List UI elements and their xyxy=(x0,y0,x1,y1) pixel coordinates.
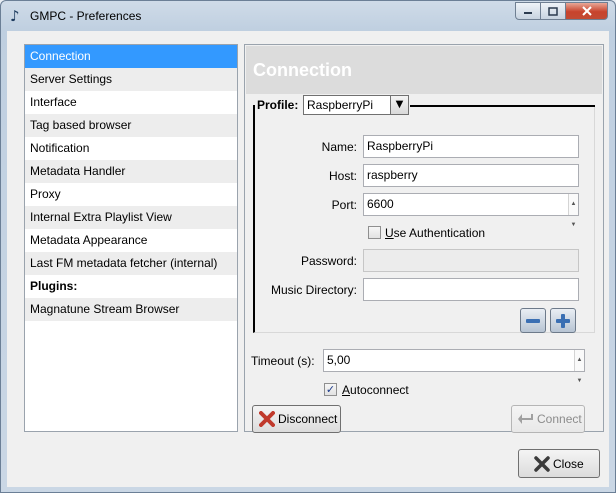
music-directory-field[interactable] xyxy=(363,278,579,301)
panel-header: Connection xyxy=(246,46,602,94)
autoconnect-checkbox[interactable]: ✓ xyxy=(324,383,337,396)
sidebar-item-metadata-handler[interactable]: Metadata Handler xyxy=(25,160,237,183)
music-directory-label: Music Directory: xyxy=(270,283,357,297)
autoconnect-label-text: utoconnect xyxy=(350,383,409,397)
use-authentication-mnemonic: U xyxy=(385,226,394,240)
sidebar-item-interface[interactable]: Interface xyxy=(25,91,237,114)
sidebar-item-server-settings[interactable]: Server Settings xyxy=(25,68,237,91)
preferences-sidebar: Connection Server Settings Interface Tag… xyxy=(24,44,238,432)
sidebar-item-tag-based-browser[interactable]: Tag based browser xyxy=(25,114,237,137)
autoconnect-label[interactable]: Autoconnect xyxy=(342,383,409,397)
add-icon xyxy=(556,313,570,328)
profile-dropdown-value: RaspberryPi xyxy=(307,98,374,112)
use-authentication-label[interactable]: Use Authentication xyxy=(385,226,485,240)
port-value: 6600 xyxy=(367,197,394,211)
disconnect-icon xyxy=(258,410,276,428)
disconnect-button[interactable]: Disconnect xyxy=(252,405,341,433)
sidebar-item-proxy[interactable]: Proxy xyxy=(25,183,237,206)
connection-panel: Connection Profile: RaspberryPi ▼ Name: … xyxy=(244,44,604,433)
add-profile-button[interactable] xyxy=(550,308,576,333)
use-authentication-label-text: se Authentication xyxy=(393,226,486,240)
close-button-label: Close xyxy=(553,456,584,471)
connect-icon xyxy=(517,410,535,428)
timeout-spin-buttons[interactable]: ▲ ▼ xyxy=(574,350,584,384)
timeout-value: 5,00 xyxy=(327,353,351,367)
password-label: Password: xyxy=(300,254,357,268)
panel-title: Connection xyxy=(253,60,352,80)
profile-dropdown[interactable]: RaspberryPi ▼ xyxy=(303,95,409,115)
name-field[interactable]: RaspberryPi xyxy=(363,135,579,158)
name-label: Name: xyxy=(321,140,357,154)
minimize-button[interactable] xyxy=(515,2,541,20)
close-window-button[interactable] xyxy=(565,2,608,20)
port-spinner[interactable]: 6600 ▲ ▼ xyxy=(363,193,579,228)
close-button[interactable]: Close xyxy=(518,449,600,478)
sidebar-item-last-fm-metadata-fetcher[interactable]: Last FM metadata fetcher (internal) xyxy=(25,252,237,275)
sidebar-item-magnatune-stream-browser[interactable]: Magnatune Stream Browser xyxy=(25,298,237,321)
sidebar-item-metadata-appearance[interactable]: Metadata Appearance xyxy=(25,229,237,252)
port-label: Port: xyxy=(331,198,357,212)
connect-button-label: Connect xyxy=(537,412,582,426)
port-spin-buttons[interactable]: ▲ ▼ xyxy=(568,194,578,228)
sidebar-item-internal-extra-playlist-view[interactable]: Internal Extra Playlist View xyxy=(25,206,237,229)
disconnect-button-label: Disconnect xyxy=(278,412,338,426)
minimize-icon xyxy=(524,12,532,14)
close-icon xyxy=(533,455,551,473)
preferences-window: ♪ GMPC - Preferences Connection Server S… xyxy=(0,0,616,493)
sidebar-header-plugins: Plugins: xyxy=(30,279,78,293)
connect-button[interactable]: Connect xyxy=(511,405,585,433)
host-field[interactable]: raspberry xyxy=(363,164,579,187)
host-label: Host: xyxy=(328,169,357,183)
window-client-area: Connection Server Settings Interface Tag… xyxy=(7,31,609,487)
profile-frame-divider xyxy=(410,105,595,107)
maximize-button[interactable] xyxy=(540,2,566,20)
timeout-spinner[interactable]: 5,00 ▲ ▼ xyxy=(323,349,585,384)
close-icon xyxy=(581,6,592,16)
sidebar-item-connection[interactable]: Connection xyxy=(25,45,237,68)
window-title: GMPC - Preferences xyxy=(30,9,142,23)
music-note-icon: ♪ xyxy=(10,7,20,25)
profile-label: Profile: xyxy=(257,98,301,112)
title-bar[interactable]: ♪ GMPC - Preferences xyxy=(1,1,615,31)
password-field[interactable] xyxy=(363,249,579,272)
autoconnect-mnemonic: A xyxy=(342,383,351,397)
remove-icon xyxy=(526,318,540,323)
remove-profile-button[interactable] xyxy=(520,308,546,333)
sidebar-item-notification[interactable]: Notification xyxy=(25,137,237,160)
dropdown-arrow-icon[interactable]: ▼ xyxy=(390,96,408,114)
maximize-icon xyxy=(548,6,558,16)
use-authentication-checkbox[interactable] xyxy=(368,226,381,239)
timeout-label: Timeout (s): xyxy=(251,354,315,368)
caption-buttons xyxy=(515,2,608,20)
